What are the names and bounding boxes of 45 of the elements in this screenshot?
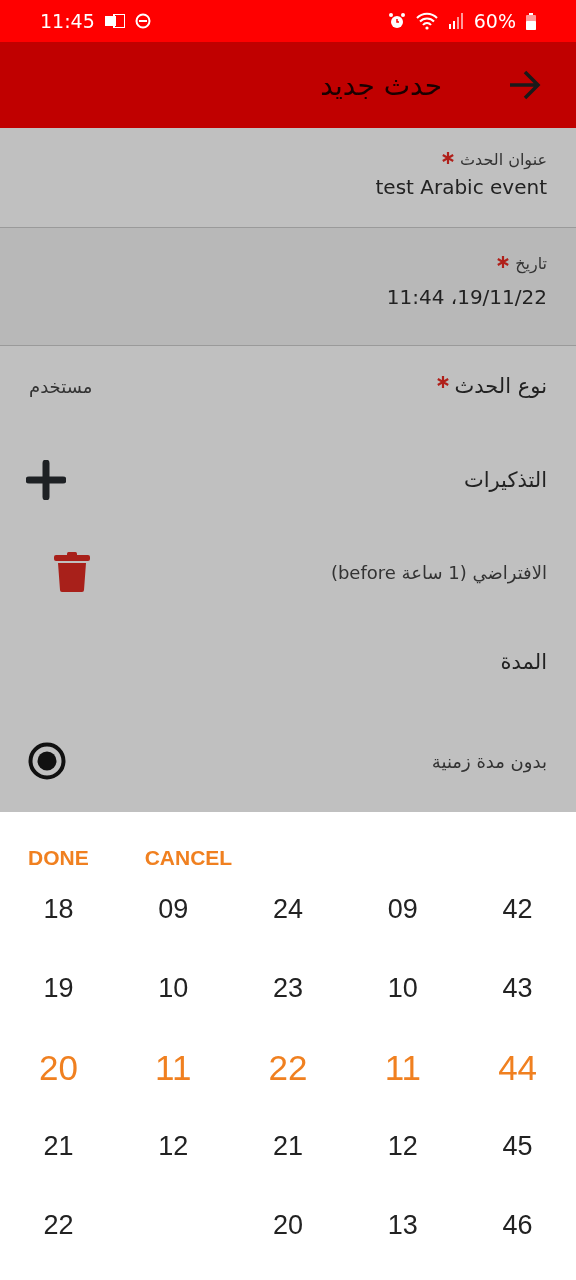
section-label: المدة bbox=[500, 650, 547, 674]
picker-value[interactable]: 18 bbox=[43, 894, 74, 925]
picker-value[interactable]: 23 bbox=[273, 973, 304, 1004]
screen-title: حدث جديد bbox=[320, 68, 442, 102]
picker-value[interactable]: 22 bbox=[43, 1210, 74, 1241]
battery-level: 60% bbox=[473, 10, 516, 32]
radio-button[interactable] bbox=[28, 742, 66, 780]
picker-value[interactable]: 12 bbox=[387, 1131, 418, 1162]
field-label: نوع الحدث bbox=[454, 374, 547, 398]
notification-icon bbox=[104, 14, 125, 28]
trash-icon bbox=[54, 552, 90, 592]
add-button[interactable] bbox=[26, 460, 66, 500]
picker-value[interactable]: 19 bbox=[43, 973, 74, 1004]
text-field[interactable]: تاريخ 19/11/22، 11:44 bbox=[0, 228, 576, 346]
picker-value[interactable]: 45 bbox=[502, 1131, 533, 1162]
arrow-right-icon bbox=[508, 70, 542, 100]
delete-button[interactable] bbox=[54, 552, 90, 592]
picker-value[interactable]: 10 bbox=[387, 973, 418, 1004]
picker-value[interactable]: 46 bbox=[502, 1210, 533, 1241]
field-label: عنوان الحدث bbox=[459, 150, 547, 169]
picker-value[interactable]: 21 bbox=[43, 1131, 74, 1162]
picker-value[interactable]: 12 bbox=[158, 1131, 189, 1162]
field-value: test Arabic event bbox=[375, 175, 547, 199]
picker-value[interactable]: 24 bbox=[273, 894, 304, 925]
option-label: بدون مدة زمنية bbox=[431, 750, 547, 772]
alarm-icon bbox=[387, 12, 406, 30]
battery-icon bbox=[526, 12, 536, 30]
picker-value[interactable]: 42 bbox=[502, 894, 533, 925]
dropdown-value[interactable]: مستخدم bbox=[29, 376, 93, 397]
picker-value[interactable]: 09 bbox=[158, 894, 189, 925]
clock-time: 11:45 bbox=[40, 10, 95, 32]
reminder-text: الافتراضي (1 ساعة before) bbox=[330, 561, 547, 583]
picker-value[interactable]: 10 bbox=[158, 973, 189, 1004]
picker-value[interactable]: 43 bbox=[502, 973, 533, 1004]
picker-value[interactable]: 20 bbox=[273, 1210, 304, 1241]
signal-icon bbox=[447, 13, 464, 29]
do-not-disturb-icon bbox=[134, 13, 151, 29]
section-label: التذكيرات bbox=[463, 468, 547, 492]
field-label: تاريخ bbox=[515, 254, 547, 273]
plus-icon bbox=[26, 460, 66, 500]
wifi-icon bbox=[415, 12, 438, 30]
picker-value[interactable]: 13 bbox=[387, 1210, 418, 1241]
picker-value[interactable]: 21 bbox=[273, 1131, 304, 1162]
field-value: 19/11/22، 11:44 bbox=[386, 285, 547, 309]
picker-value[interactable]: 09 bbox=[387, 894, 418, 925]
